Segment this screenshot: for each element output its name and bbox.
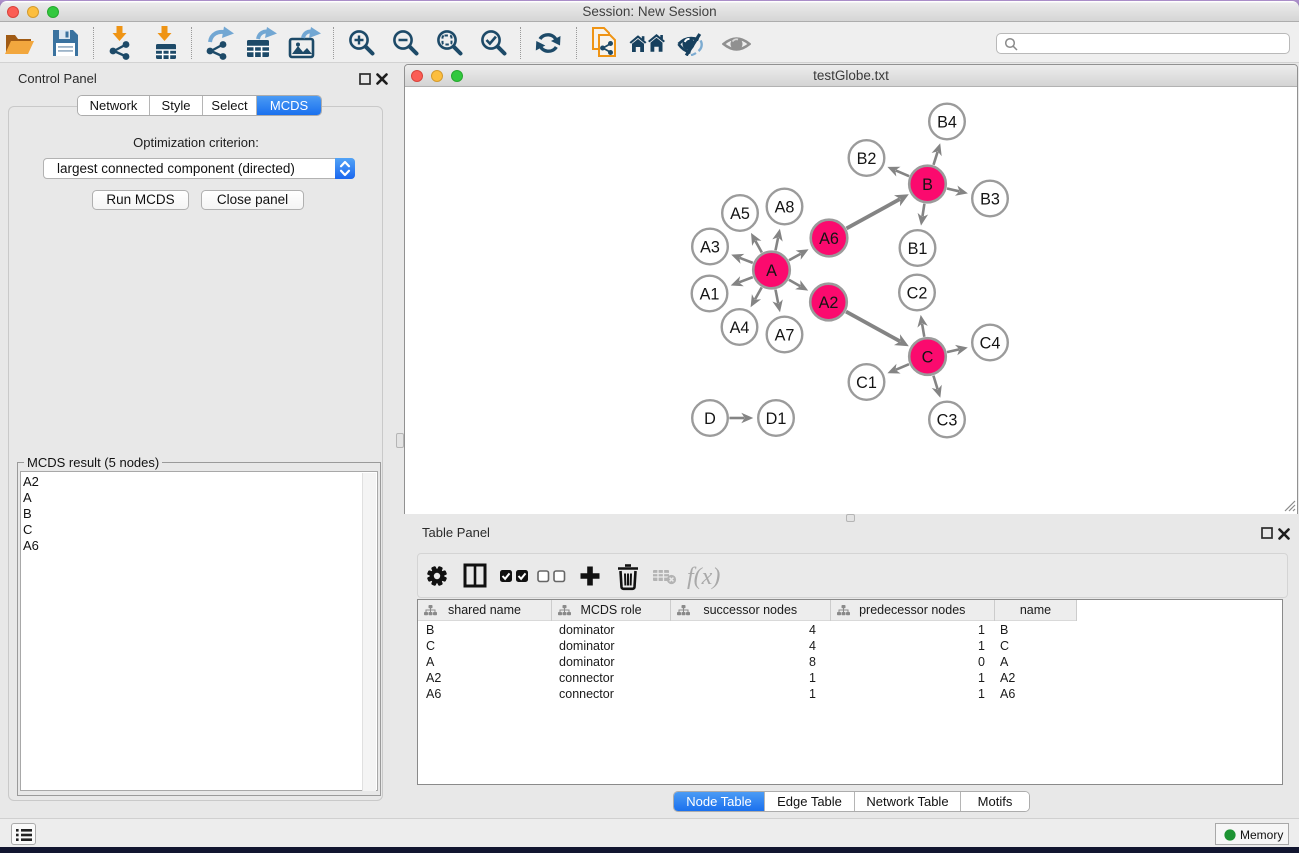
svg-text:A: A <box>766 262 777 280</box>
svg-text:A4: A4 <box>730 319 750 337</box>
svg-text:C1: C1 <box>856 374 877 392</box>
svg-text:C3: C3 <box>937 411 958 429</box>
svg-text:B1: B1 <box>908 240 928 258</box>
svg-text:A3: A3 <box>700 238 720 256</box>
svg-text:B4: B4 <box>937 113 957 131</box>
svg-text:A5: A5 <box>730 205 750 223</box>
svg-text:A6: A6 <box>819 230 839 248</box>
svg-text:B2: B2 <box>857 150 877 168</box>
svg-text:D: D <box>704 410 716 428</box>
svg-text:A8: A8 <box>775 198 795 216</box>
svg-text:C4: C4 <box>980 334 1001 352</box>
svg-text:A2: A2 <box>819 294 839 312</box>
svg-text:A7: A7 <box>775 326 795 344</box>
svg-text:f(x): f(x) <box>687 564 720 590</box>
svg-text:B3: B3 <box>980 190 1000 208</box>
svg-text:A1: A1 <box>700 285 720 303</box>
svg-text:B: B <box>922 176 933 194</box>
svg-text:D1: D1 <box>766 410 787 428</box>
svg-text:C: C <box>922 348 934 366</box>
svg-text:C2: C2 <box>907 284 928 302</box>
